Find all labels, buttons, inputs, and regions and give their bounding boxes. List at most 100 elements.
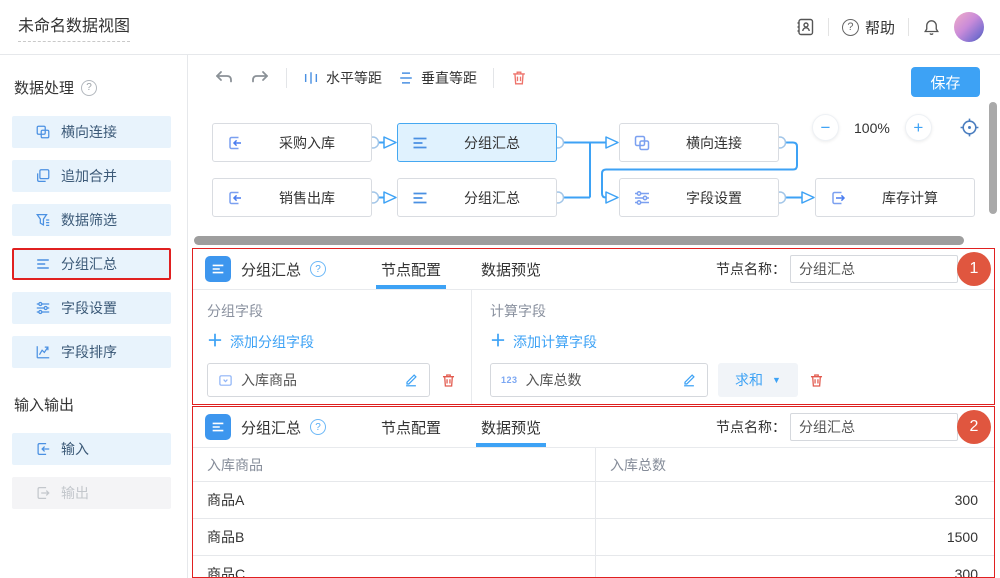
group-fields-title: 分组字段 bbox=[207, 301, 457, 321]
undo-button[interactable] bbox=[214, 68, 234, 88]
calc-field-row: 123 入库总数 求和 ▼ bbox=[490, 363, 976, 397]
redo-button[interactable] bbox=[250, 68, 270, 88]
edit-icon[interactable] bbox=[681, 372, 697, 388]
section-title-input-output: 输入输出 bbox=[14, 394, 187, 415]
output-icon bbox=[829, 189, 847, 207]
field-name: 入库总数 bbox=[526, 370, 673, 390]
bell-icon[interactable] bbox=[922, 18, 941, 37]
zoom-in-button[interactable]: + bbox=[905, 114, 932, 141]
group-summary-icon bbox=[411, 134, 429, 152]
table-row[interactable]: 商品B 1500 bbox=[193, 519, 994, 556]
calc-field-item[interactable]: 123 入库总数 bbox=[490, 363, 708, 397]
sidebar-item-label: 字段排序 bbox=[61, 342, 117, 362]
node-name-input[interactable] bbox=[790, 255, 958, 283]
tab-data-preview[interactable]: 数据预览 bbox=[478, 249, 544, 289]
section-title-data-processing: 数据处理 ? bbox=[14, 77, 187, 98]
question-icon[interactable]: ? bbox=[310, 419, 326, 435]
delete-field-icon[interactable] bbox=[440, 372, 457, 389]
flow-canvas: 水平等距 垂直等距 保存 bbox=[188, 55, 1000, 248]
zoom-level: 100% bbox=[854, 120, 890, 136]
add-group-field-link[interactable]: ＋ 添加分组字段 bbox=[207, 332, 457, 352]
field-name: 入库商品 bbox=[241, 370, 395, 390]
tab-node-config[interactable]: 节点配置 bbox=[378, 249, 444, 289]
join-icon bbox=[633, 134, 651, 152]
plus-icon: ＋ bbox=[207, 334, 223, 350]
node-inventory-calc[interactable]: 库存计算 bbox=[815, 178, 975, 217]
node-label: 库存计算 bbox=[846, 179, 974, 216]
divider bbox=[493, 68, 494, 88]
input-icon bbox=[226, 134, 244, 152]
sidebar-item-append-merge[interactable]: 追加合并 bbox=[12, 160, 171, 192]
node-name-input[interactable] bbox=[790, 413, 958, 441]
panel-header: 分组汇总 ? 节点配置 数据预览 节点名称： bbox=[193, 407, 994, 448]
avatar[interactable] bbox=[954, 12, 984, 42]
table-row[interactable]: 商品A 300 bbox=[193, 482, 994, 519]
node-group-summary-2[interactable]: 分组汇总 bbox=[397, 178, 557, 217]
delete-node-button[interactable] bbox=[510, 69, 528, 87]
edit-icon[interactable] bbox=[403, 372, 419, 388]
vertical-scrollbar[interactable] bbox=[989, 102, 997, 214]
annotation-badge-2: 2 bbox=[957, 410, 991, 444]
question-icon[interactable]: ? bbox=[310, 261, 326, 277]
cell-total: 300 bbox=[596, 556, 994, 578]
divider bbox=[828, 18, 829, 36]
sidebar-item-group-summary[interactable]: 分组汇总 bbox=[12, 248, 171, 280]
cell-product: 商品B bbox=[193, 519, 596, 555]
question-icon[interactable]: ? bbox=[81, 80, 97, 96]
annotation-badge-1: 1 bbox=[957, 252, 991, 286]
contacts-icon[interactable] bbox=[795, 17, 815, 37]
node-field-settings[interactable]: 字段设置 bbox=[619, 178, 779, 217]
preview-table: 入库商品 入库总数 商品A 300 商品B 1500 商品C 300 bbox=[193, 448, 994, 578]
panel-header: 分组汇总 ? 节点配置 数据预览 节点名称： bbox=[193, 249, 994, 290]
topbar-actions: ? 帮助 bbox=[795, 12, 984, 42]
panel-title: 分组汇总 bbox=[241, 417, 301, 438]
sliders-icon bbox=[35, 300, 51, 316]
help-button[interactable]: ? 帮助 bbox=[842, 17, 895, 38]
node-horizontal-join[interactable]: 横向连接 bbox=[619, 123, 779, 162]
vertical-distribute-icon bbox=[398, 70, 414, 86]
aggregation-select[interactable]: 求和 ▼ bbox=[718, 363, 798, 397]
fit-view-icon[interactable] bbox=[959, 117, 980, 138]
column-header-total: 入库总数 bbox=[596, 448, 994, 481]
group-field-item[interactable]: 入库商品 bbox=[207, 363, 430, 397]
group-summary-icon bbox=[205, 414, 231, 440]
delete-field-icon[interactable] bbox=[808, 372, 825, 389]
sort-icon bbox=[35, 344, 51, 360]
zoom-out-button[interactable]: − bbox=[812, 114, 839, 141]
horizontal-scrollbar[interactable] bbox=[194, 236, 964, 245]
preview-panel-2: 2 分组汇总 ? 节点配置 数据预览 节点名称： 入库商品 入库总数 商品A 3… bbox=[192, 406, 995, 578]
sidebar-item-field-sort[interactable]: 字段排序 bbox=[12, 336, 171, 368]
add-calc-field-link[interactable]: ＋ 添加计算字段 bbox=[490, 332, 976, 352]
sidebar-item-label: 追加合并 bbox=[61, 166, 117, 186]
tab-node-config[interactable]: 节点配置 bbox=[378, 407, 444, 447]
node-label: 销售出库 bbox=[243, 179, 371, 216]
group-summary-icon bbox=[205, 256, 231, 282]
canvas-toolbar: 水平等距 垂直等距 bbox=[188, 55, 1000, 101]
page-title[interactable]: 未命名数据视图 bbox=[18, 12, 130, 42]
node-group-summary-1[interactable]: 分组汇总 bbox=[397, 123, 557, 162]
save-button[interactable]: 保存 bbox=[911, 67, 980, 97]
table-row[interactable]: 商品C 300 bbox=[193, 556, 994, 578]
panel-tabs: 节点配置 数据预览 bbox=[378, 249, 544, 289]
zoom-controls: − 100% + bbox=[812, 114, 980, 141]
horizontal-distribute-button[interactable]: 水平等距 bbox=[303, 68, 382, 88]
sidebar-item-label: 数据筛选 bbox=[61, 210, 117, 230]
sidebar-item-field-settings[interactable]: 字段设置 bbox=[12, 292, 171, 324]
sidebar-item-horizontal-join[interactable]: 横向连接 bbox=[12, 116, 171, 148]
tab-data-preview[interactable]: 数据预览 bbox=[478, 407, 544, 447]
node-label: 横向连接 bbox=[650, 124, 778, 161]
sidebar-item-label: 分组汇总 bbox=[61, 254, 117, 274]
cell-total: 300 bbox=[596, 482, 994, 518]
table-header-row: 入库商品 入库总数 bbox=[193, 448, 994, 482]
node-purchase-inbound[interactable]: 采购入库 bbox=[212, 123, 372, 162]
sidebar-item-input[interactable]: 输入 bbox=[12, 433, 171, 465]
node-name-field: 节点名称： bbox=[716, 255, 958, 283]
output-icon bbox=[35, 485, 51, 501]
sidebar-item-data-filter[interactable]: 数据筛选 bbox=[12, 204, 171, 236]
node-sales-outbound[interactable]: 销售出库 bbox=[212, 178, 372, 217]
node-label: 字段设置 bbox=[650, 179, 778, 216]
calc-fields-column: 计算字段 ＋ 添加计算字段 123 入库总数 求和 ▼ bbox=[472, 290, 994, 404]
input-icon bbox=[226, 189, 244, 207]
vertical-distribute-button[interactable]: 垂直等距 bbox=[398, 68, 477, 88]
divider bbox=[286, 68, 287, 88]
